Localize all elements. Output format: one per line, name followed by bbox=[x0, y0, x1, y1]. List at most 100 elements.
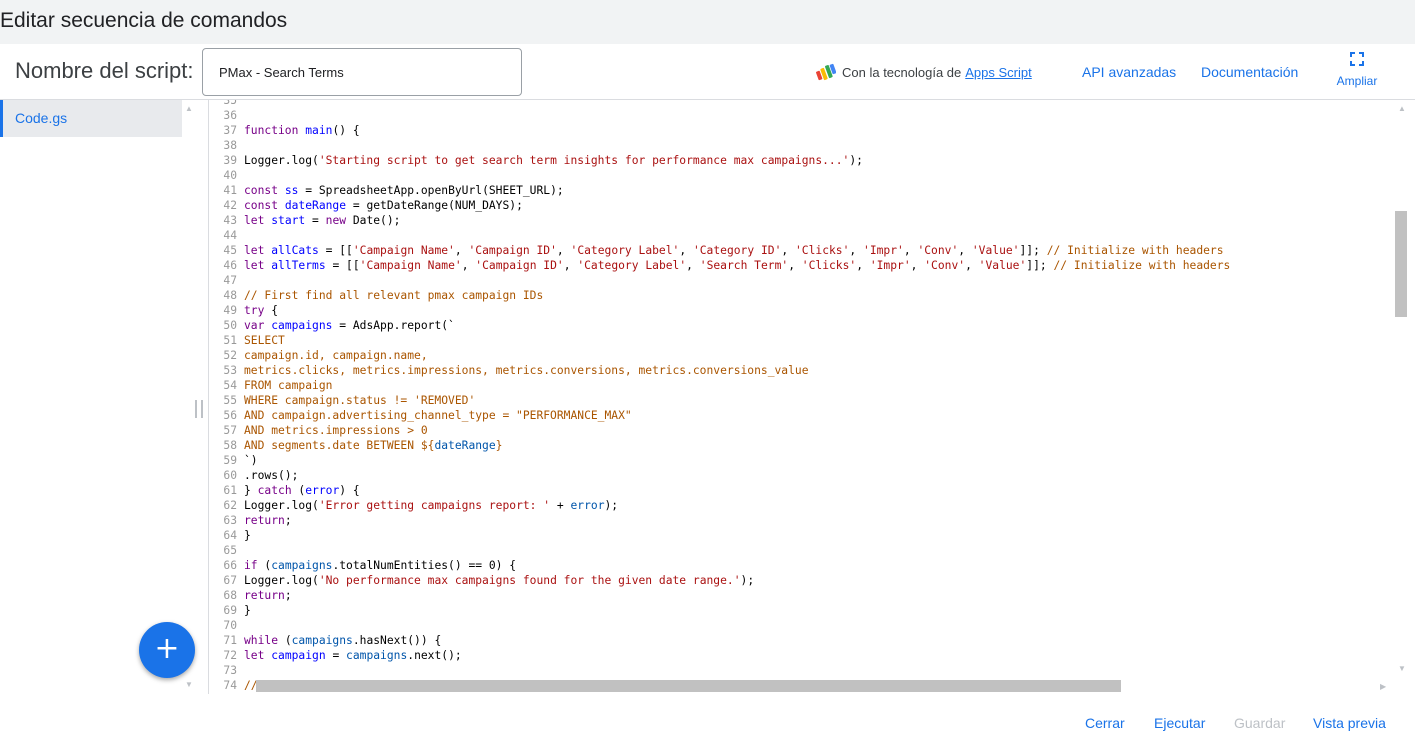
code-line[interactable]: 68 return; bbox=[209, 588, 291, 603]
sidebar-scroll-up-icon[interactable]: ▲ bbox=[185, 104, 193, 113]
advanced-apis-link[interactable]: API avanzadas bbox=[1082, 64, 1176, 80]
code-token: ; bbox=[284, 514, 292, 527]
code-token: campaign bbox=[271, 649, 326, 662]
close-button[interactable]: Cerrar bbox=[1085, 715, 1125, 731]
code-editor[interactable]: 35 36 37 function main() {38 39 Logger.log('S… bbox=[208, 100, 1411, 694]
line-number: 61 bbox=[223, 484, 237, 497]
code-line[interactable]: 53 metrics.clicks, metrics.impressions, m… bbox=[209, 363, 809, 378]
code-token: { bbox=[264, 304, 279, 317]
editor-vertical-scroll-thumb[interactable] bbox=[1395, 211, 1407, 317]
editor-scroll-down-icon[interactable]: ▼ bbox=[1398, 664, 1406, 673]
code-line[interactable]: 38 bbox=[209, 138, 244, 153]
code-line[interactable]: 62 Logger.log('Error getting campaigns re… bbox=[209, 498, 618, 513]
editor-scroll-up-icon[interactable]: ▲ bbox=[1398, 104, 1406, 113]
code-line[interactable]: 60 .rows(); bbox=[209, 468, 298, 483]
code-line[interactable]: 37 function main() { bbox=[209, 123, 359, 138]
plus-icon: + bbox=[154, 631, 180, 666]
line-number: 74 bbox=[223, 679, 237, 692]
code-line[interactable]: 50 var campaigns = AdsApp.report(` bbox=[209, 318, 454, 333]
code-token: 'Impr' bbox=[863, 244, 904, 257]
code-line[interactable]: 55 WHERE campaign.status != 'REMOVED' bbox=[209, 393, 475, 408]
code-line[interactable]: 49 try { bbox=[209, 303, 278, 318]
code-line[interactable]: 45 let allCats = [['Campaign Name', 'Camp… bbox=[209, 243, 1223, 258]
expand-label: Ampliar bbox=[1336, 74, 1378, 88]
code-line[interactable]: 61} catch (error) { bbox=[209, 483, 360, 498]
code-line[interactable]: 74// bbox=[209, 678, 257, 693]
script-name-input[interactable] bbox=[202, 48, 522, 96]
line-number: 57 bbox=[223, 424, 237, 437]
preview-button[interactable]: Vista previa bbox=[1313, 715, 1386, 731]
code-token: , bbox=[849, 244, 864, 257]
code-line[interactable]: 69} bbox=[209, 603, 251, 618]
code-line[interactable]: 71 while (campaigns.hasNext()) { bbox=[209, 633, 441, 648]
code-token: 'Starting script to get search term insi… bbox=[318, 154, 850, 167]
code-token: = [[ bbox=[318, 244, 353, 257]
fullscreen-icon bbox=[1350, 52, 1364, 66]
code-token: 'Impr' bbox=[869, 259, 911, 272]
code-token: } bbox=[244, 529, 251, 542]
code-line[interactable]: 64} bbox=[209, 528, 251, 543]
code-token: metrics.clicks, metrics.impressions, met… bbox=[244, 364, 809, 377]
code-token: var bbox=[244, 319, 265, 332]
code-line[interactable]: 57 AND metrics.impressions > 0 bbox=[209, 423, 427, 438]
code-line[interactable]: 73 bbox=[209, 663, 244, 678]
line-number: 67 bbox=[223, 574, 237, 587]
code-line[interactable]: 42 const dateRange = getDateRange(NUM_DAY… bbox=[209, 198, 523, 213]
file-sidebar: Code.gs ▲ ▼ bbox=[0, 100, 196, 694]
documentation-link[interactable]: Documentación bbox=[1201, 64, 1298, 80]
line-number: 72 bbox=[223, 649, 237, 662]
editor-horizontal-scroll-thumb[interactable] bbox=[256, 680, 1121, 692]
line-number: 39 bbox=[223, 154, 237, 167]
add-file-button[interactable]: + bbox=[139, 622, 195, 678]
file-item-code-gs[interactable]: Code.gs bbox=[0, 100, 182, 137]
panel-resize-handle[interactable] bbox=[195, 400, 203, 418]
line-number: 49 bbox=[223, 304, 237, 317]
code-line[interactable]: 58 AND segments.date BETWEEN ${dateRange} bbox=[209, 438, 502, 453]
code-line[interactable]: 63 return; bbox=[209, 513, 292, 528]
line-number: 48 bbox=[223, 289, 237, 302]
code-line[interactable]: 46 let allTerms = [['Campaign Name', 'Cam… bbox=[209, 258, 1230, 273]
code-token: .hasNext()) { bbox=[352, 634, 442, 647]
expand-button[interactable]: Ampliar bbox=[1333, 52, 1381, 88]
code-line[interactable]: 66 if (campaigns.totalNumEntities() == 0)… bbox=[209, 558, 516, 573]
code-token: , bbox=[788, 259, 802, 272]
code-line[interactable]: 59 `) bbox=[209, 453, 257, 468]
code-token: let bbox=[244, 649, 265, 662]
code-line[interactable]: 35 bbox=[209, 100, 244, 108]
code-line[interactable]: 65 bbox=[209, 543, 244, 558]
code-token: } bbox=[244, 604, 251, 617]
code-line[interactable]: 72 let campaign = campaigns.next(); bbox=[209, 648, 461, 663]
code-line[interactable]: 52 campaign.id, campaign.name, bbox=[209, 348, 427, 363]
code-token: Logger.log( bbox=[244, 499, 319, 512]
editor-vertical-scrollbar[interactable] bbox=[1395, 100, 1409, 694]
code-line[interactable]: 51 SELECT bbox=[209, 333, 284, 348]
save-button: Guardar bbox=[1234, 715, 1286, 731]
editor-scroll-right-icon[interactable]: ▶ bbox=[1380, 682, 1386, 691]
code-line[interactable]: 40 bbox=[209, 168, 244, 183]
code-token: ( bbox=[257, 559, 272, 572]
code-token: = [[ bbox=[325, 259, 360, 272]
line-number: 44 bbox=[223, 229, 237, 242]
code-line[interactable]: 56 AND campaign.advertising_channel_type … bbox=[209, 408, 631, 423]
code-token: let bbox=[244, 244, 265, 257]
code-token: ]]; bbox=[1026, 259, 1054, 272]
code-line[interactable]: 54 FROM campaign bbox=[209, 378, 332, 393]
code-line[interactable]: 48 // First find all relevant pmax campai… bbox=[209, 288, 543, 303]
code-line[interactable]: 39 Logger.log('Starting script to get sea… bbox=[209, 153, 863, 168]
code-line[interactable]: 43 let start = new Date(); bbox=[209, 213, 400, 228]
code-token: 'Conv' bbox=[917, 244, 959, 257]
code-token: , bbox=[856, 259, 870, 272]
sidebar-scroll-down-icon[interactable]: ▼ bbox=[185, 680, 193, 689]
apps-script-link[interactable]: Apps Script bbox=[965, 65, 1031, 80]
code-token: ) { bbox=[339, 484, 360, 497]
code-line[interactable]: 41 const ss = SpreadsheetApp.openByUrl(SH… bbox=[209, 183, 563, 198]
code-line[interactable]: 70 bbox=[209, 618, 244, 633]
code-line[interactable]: 47 bbox=[209, 273, 244, 288]
code-token: try bbox=[244, 304, 265, 317]
code-line[interactable]: 36 bbox=[209, 108, 244, 123]
code-line[interactable]: 44 bbox=[209, 228, 244, 243]
code-line[interactable]: 67 Logger.log('No performance max campaig… bbox=[209, 573, 754, 588]
code-token: , bbox=[461, 259, 476, 272]
run-button[interactable]: Ejecutar bbox=[1154, 715, 1205, 731]
code-token: ( bbox=[278, 634, 292, 647]
